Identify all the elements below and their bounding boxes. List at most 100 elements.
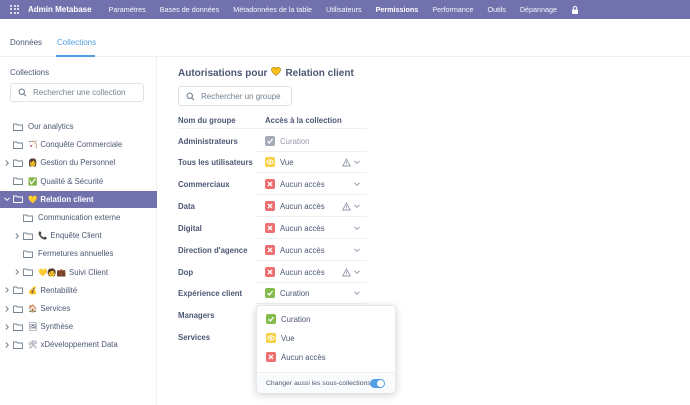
group-name: Dop xyxy=(178,268,194,277)
chevron-right-icon[interactable] xyxy=(3,323,11,331)
group-search-input[interactable]: Rechercher un groupe xyxy=(178,86,292,106)
sidebar-item-label: Communication externe xyxy=(38,213,121,222)
nav-item-bases-de-donnees[interactable]: Bases de données xyxy=(153,5,227,14)
sidebar-item[interactable]: 📞 Enquête Client xyxy=(0,227,157,244)
folder-icon xyxy=(13,323,23,331)
heart-icon xyxy=(271,67,282,79)
permission-label: Curation xyxy=(280,288,310,298)
chevron-down-icon[interactable] xyxy=(353,180,361,188)
folder-icon xyxy=(23,232,33,240)
sidebar-item[interactable]: 🖼 Synthèse xyxy=(0,318,157,335)
sidebar-item[interactable]: 👩 Gestion du Personnel xyxy=(0,154,157,171)
dropdown-option[interactable]: Curation xyxy=(266,314,310,324)
permission-selector[interactable]: Aucun accès xyxy=(265,179,325,189)
chevron-down-icon[interactable] xyxy=(353,289,361,297)
sidebar-item-label: Gestion du Personnel xyxy=(40,158,116,168)
permission-label: Aucun accès xyxy=(280,223,325,233)
group-name: Digital xyxy=(178,224,202,233)
nav-item-depannage[interactable]: Dépannage xyxy=(513,5,564,14)
nav-item-performance[interactable]: Performance xyxy=(425,5,480,14)
row-divider xyxy=(256,216,367,217)
collection-emoji-icon: 🛠 xyxy=(28,340,38,350)
folder-icon xyxy=(13,141,23,149)
permission-label: Aucun accès xyxy=(280,267,325,277)
collection-search-input[interactable]: Rechercher une collection xyxy=(10,83,144,102)
collection-emoji-icon: 👩 xyxy=(28,158,38,168)
collection-emoji-icon: 🖼 xyxy=(28,322,38,332)
header-divider xyxy=(178,128,367,129)
nav-item-outils[interactable]: Outils xyxy=(480,5,512,14)
dropdown-option-label: Aucun accès xyxy=(281,352,326,362)
collection-emoji-icon: ✅ xyxy=(28,176,38,186)
dropdown-option[interactable]: Vue xyxy=(266,333,295,343)
dropdown-footer: Changer aussi les sous-collections xyxy=(257,372,395,393)
sidebar-item[interactable]: Communication externe xyxy=(0,209,157,226)
nav-item-utilisateurs[interactable]: Utilisateurs xyxy=(319,5,369,14)
chevron-down-icon[interactable] xyxy=(353,224,361,232)
nav-item-parametres[interactable]: Paramètres xyxy=(102,5,153,14)
curate-permission-icon xyxy=(266,314,276,324)
group-name: Commerciaux xyxy=(178,180,230,189)
chevron-down-icon[interactable] xyxy=(353,158,361,166)
group-name: Direction d'agence xyxy=(178,246,248,255)
column-header-access: Accès à la collection xyxy=(265,116,342,125)
group-name: Tous les utilisateurs xyxy=(178,158,253,167)
chevron-right-icon[interactable] xyxy=(13,232,21,240)
chevron-right-icon[interactable] xyxy=(3,286,11,294)
title-prefix: Autorisations pour xyxy=(178,67,268,79)
permission-selector[interactable]: Curation xyxy=(265,288,309,298)
warning-icon[interactable] xyxy=(341,158,352,167)
sidebar-item[interactable]: 🏹 Conquête Commerciale xyxy=(0,136,157,153)
search-icon xyxy=(186,92,195,100)
permission-label: Aucun accès xyxy=(280,201,325,211)
curate-permission-icon xyxy=(265,288,275,298)
permission-selector[interactable]: Aucun accès xyxy=(265,245,325,255)
chevron-down-icon[interactable] xyxy=(353,202,361,210)
nav-item-permissions[interactable]: Permissions xyxy=(369,5,426,14)
top-navbar: Admin Metabase Paramètres Bases de donné… xyxy=(0,0,690,19)
chevron-down-icon[interactable] xyxy=(353,268,361,276)
chevron-right-icon[interactable] xyxy=(3,159,11,167)
warning-icon[interactable] xyxy=(341,268,352,277)
dropdown-option[interactable]: Aucun accès xyxy=(266,352,326,362)
warning-icon[interactable] xyxy=(341,202,352,211)
sidebar-item[interactable]: 💛🧑💼 Suivi Client xyxy=(0,264,157,281)
chevron-right-icon[interactable] xyxy=(13,268,21,276)
tab-collections[interactable]: Collections xyxy=(57,38,96,47)
change-subcollections-toggle[interactable] xyxy=(370,379,385,388)
chevron-down-icon[interactable] xyxy=(3,195,11,203)
permission-label: Curation xyxy=(280,136,310,146)
dropdown-option-label: Curation xyxy=(281,314,311,324)
chevron-down-icon[interactable] xyxy=(353,246,361,254)
metabase-logo-icon xyxy=(10,4,20,15)
collection-emoji-icon: 🏠 xyxy=(28,304,38,313)
chevron-right-icon[interactable] xyxy=(3,341,11,349)
row-divider xyxy=(256,282,367,283)
collection-emoji-icon: 🏹 xyxy=(28,140,38,150)
sidebar-item[interactable]: 🛠 xDéveloppement Data xyxy=(0,336,157,353)
brand[interactable]: Admin Metabase xyxy=(10,4,102,15)
sidebar-item[interactable]: Fermetures annuelles xyxy=(0,245,157,262)
nav-item-metadonnees[interactable]: Métadonnées de la table xyxy=(226,5,319,14)
folder-icon xyxy=(13,195,23,204)
sidebar-item[interactable]: 💛 Relation client xyxy=(0,190,157,208)
none-permission-icon xyxy=(265,245,275,255)
row-divider xyxy=(256,172,367,173)
sidebar-item[interactable]: 🏠 Services xyxy=(0,300,157,317)
lock-icon[interactable] xyxy=(570,5,580,15)
sidebar-item[interactable]: ✅ Qualité & Sécurité xyxy=(0,173,157,190)
folder-icon xyxy=(13,305,23,313)
page-title: Autorisations pour Relation client xyxy=(178,67,354,79)
sidebar-item-label: Our analytics xyxy=(28,122,74,131)
permission-selector[interactable]: Aucun accès xyxy=(265,201,325,211)
dropdown-option-label: Vue xyxy=(281,333,295,343)
sidebar-item[interactable]: Our analytics xyxy=(0,118,157,135)
permission-selector[interactable]: Aucun accès xyxy=(265,267,325,277)
chevron-right-icon[interactable] xyxy=(3,305,11,313)
tab-donnees[interactable]: Données xyxy=(10,38,42,47)
permission-selector[interactable]: Aucun accès xyxy=(265,223,325,233)
sidebar-item[interactable]: 💰 Rentabilité xyxy=(0,282,157,299)
brand-title: Admin Metabase xyxy=(28,5,92,14)
permission-selector[interactable]: Vue xyxy=(265,157,294,167)
sidebar-item-label: Services xyxy=(40,304,71,313)
